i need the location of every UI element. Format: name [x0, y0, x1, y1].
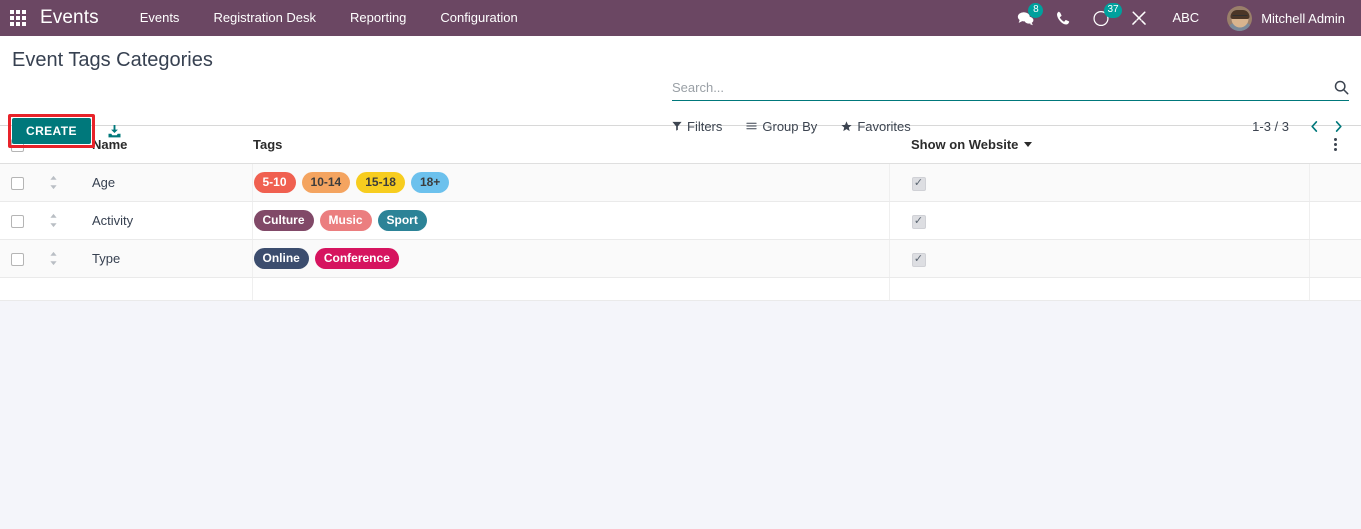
pager-next-button[interactable] [1327, 115, 1349, 137]
cell-tags[interactable]: Culture Music Sport [252, 201, 890, 241]
nav-item-reporting[interactable]: Reporting [333, 0, 423, 36]
show-on-website-checkbox[interactable]: ✓ [911, 214, 926, 229]
tag-badge: Online [253, 248, 309, 270]
row-select-cell [0, 163, 34, 203]
drag-handle-icon[interactable] [34, 251, 72, 266]
row-drag-cell [34, 201, 72, 241]
options-dots-icon[interactable] [1309, 138, 1361, 152]
import-download-icon[interactable] [107, 124, 122, 139]
star-icon [841, 120, 852, 131]
list-view: Name Tags Show on Website Age 5-10 10-14 15… [0, 126, 1361, 302]
drag-handle-icon[interactable] [34, 175, 72, 190]
filters-dropdown[interactable]: Filters [672, 119, 722, 134]
phone-icon [1057, 11, 1070, 25]
search-input[interactable] [672, 80, 1326, 95]
cell-options [1309, 201, 1361, 241]
cell-name[interactable]: Type [72, 239, 253, 279]
tag-badge: Culture [253, 210, 314, 232]
chevron-left-icon [1310, 120, 1317, 132]
activities-badge: 37 [1104, 3, 1122, 18]
tag-badge: Conference [314, 248, 399, 270]
cell-show-on-website[interactable]: ✓ [889, 201, 1310, 241]
tag-badge: Sport [377, 210, 427, 232]
tag-badge: 18+ [410, 172, 450, 194]
favorites-label: Favorites [857, 118, 911, 134]
row-select-checkbox[interactable] [11, 215, 24, 229]
tag-badge: 10-14 [301, 172, 351, 194]
page-background [0, 301, 1361, 522]
pager-previous-button[interactable] [1303, 115, 1325, 137]
language-menu[interactable]: ABC [1158, 0, 1213, 36]
cell-options [1309, 239, 1361, 279]
pager-range: 1-3 / 3 [1252, 118, 1289, 134]
main-menu: Events Registration Desk Reporting Confi… [123, 0, 535, 36]
tag-badge: 5-10 [253, 172, 296, 194]
cell-options [1309, 163, 1361, 203]
app-brand-events[interactable]: Events [36, 7, 105, 29]
drag-handle-icon[interactable] [34, 213, 72, 228]
group-by-label: Group By [762, 118, 818, 134]
search-icon[interactable] [1326, 80, 1349, 95]
funnel-icon [672, 121, 682, 131]
control-panel-buttons: CREATE [8, 114, 122, 148]
top-navbar: Events Events Registration Desk Reportin… [0, 0, 1361, 36]
nav-item-registration-desk[interactable]: Registration Desk [196, 0, 333, 36]
table-row[interactable]: Type Online Conference ✓ [0, 239, 1361, 279]
table-row[interactable]: Activity Culture Music Sport ✓ [0, 201, 1361, 241]
wrench-icon [1132, 11, 1147, 25]
user-avatar [1227, 5, 1253, 31]
nav-item-events[interactable]: Events [123, 0, 197, 36]
cell-show-on-website[interactable]: ✓ [889, 163, 1310, 203]
tag-badge: Music [319, 210, 372, 232]
cell-tags[interactable]: Online Conference [252, 239, 890, 279]
group-by-dropdown[interactable]: Group By [746, 119, 817, 134]
messages-menu[interactable]: 8 [1006, 0, 1045, 36]
row-select-cell [0, 239, 34, 279]
show-on-website-checkbox[interactable]: ✓ [911, 252, 926, 267]
cell-show-on-website[interactable]: ✓ [889, 239, 1310, 279]
user-menu[interactable]: Mitchell Admin [1213, 0, 1349, 36]
filters-label: Filters [687, 118, 723, 134]
page-title: Event Tags Categories [12, 49, 213, 71]
records-table: Name Tags Show on Website Age 5-10 10-14 15… [0, 126, 1361, 302]
list-lines-icon [746, 122, 758, 130]
table-body: Age 5-10 10-14 15-18 18+ ✓ Activity Culture Musi… [0, 163, 1361, 302]
show-on-website-label: Show on Website [911, 137, 1019, 153]
create-button-highlight: CREATE [8, 114, 95, 148]
apps-grid-icon[interactable] [0, 0, 36, 36]
phone-menu[interactable] [1045, 0, 1082, 36]
cell-tags[interactable]: 5-10 10-14 15-18 18+ [252, 163, 890, 203]
row-drag-cell [34, 163, 72, 203]
search-options: Filters Group By Favorites 1-3 / 3 [672, 115, 1349, 137]
chevron-down-icon [1024, 142, 1033, 148]
cell-name[interactable]: Age [72, 163, 253, 203]
table-row[interactable]: Age 5-10 10-14 15-18 18+ ✓ [0, 163, 1361, 203]
row-drag-cell [34, 239, 72, 279]
download-glyph-icon [108, 124, 121, 137]
tag-badge: 15-18 [356, 172, 405, 194]
row-select-cell [0, 201, 34, 241]
create-button[interactable]: CREATE [12, 118, 91, 144]
pager: 1-3 / 3 [1252, 115, 1349, 137]
cell-name[interactable]: Activity [72, 201, 253, 241]
debug-menu[interactable] [1120, 0, 1158, 36]
nav-item-configuration[interactable]: Configuration [423, 0, 534, 36]
favorites-dropdown[interactable]: Favorites [841, 118, 911, 134]
control-panel: Event Tags Categories CREATE Search... F… [0, 36, 1361, 148]
search-bar[interactable] [672, 80, 1349, 101]
row-select-checkbox[interactable] [11, 177, 24, 191]
row-select-checkbox[interactable] [11, 253, 24, 267]
user-name: Mitchell Admin [1261, 10, 1345, 26]
activities-menu[interactable]: 37 [1082, 0, 1122, 36]
systray: 8 37 ABC Mitchell Admin [1006, 0, 1361, 36]
messages-badge: 8 [1028, 3, 1044, 18]
search-area: Filters Group By Favorites 1-3 / 3 [672, 80, 1349, 137]
chevron-right-icon [1335, 120, 1342, 132]
table-empty-row [0, 277, 1361, 302]
show-on-website-checkbox[interactable]: ✓ [911, 176, 926, 191]
